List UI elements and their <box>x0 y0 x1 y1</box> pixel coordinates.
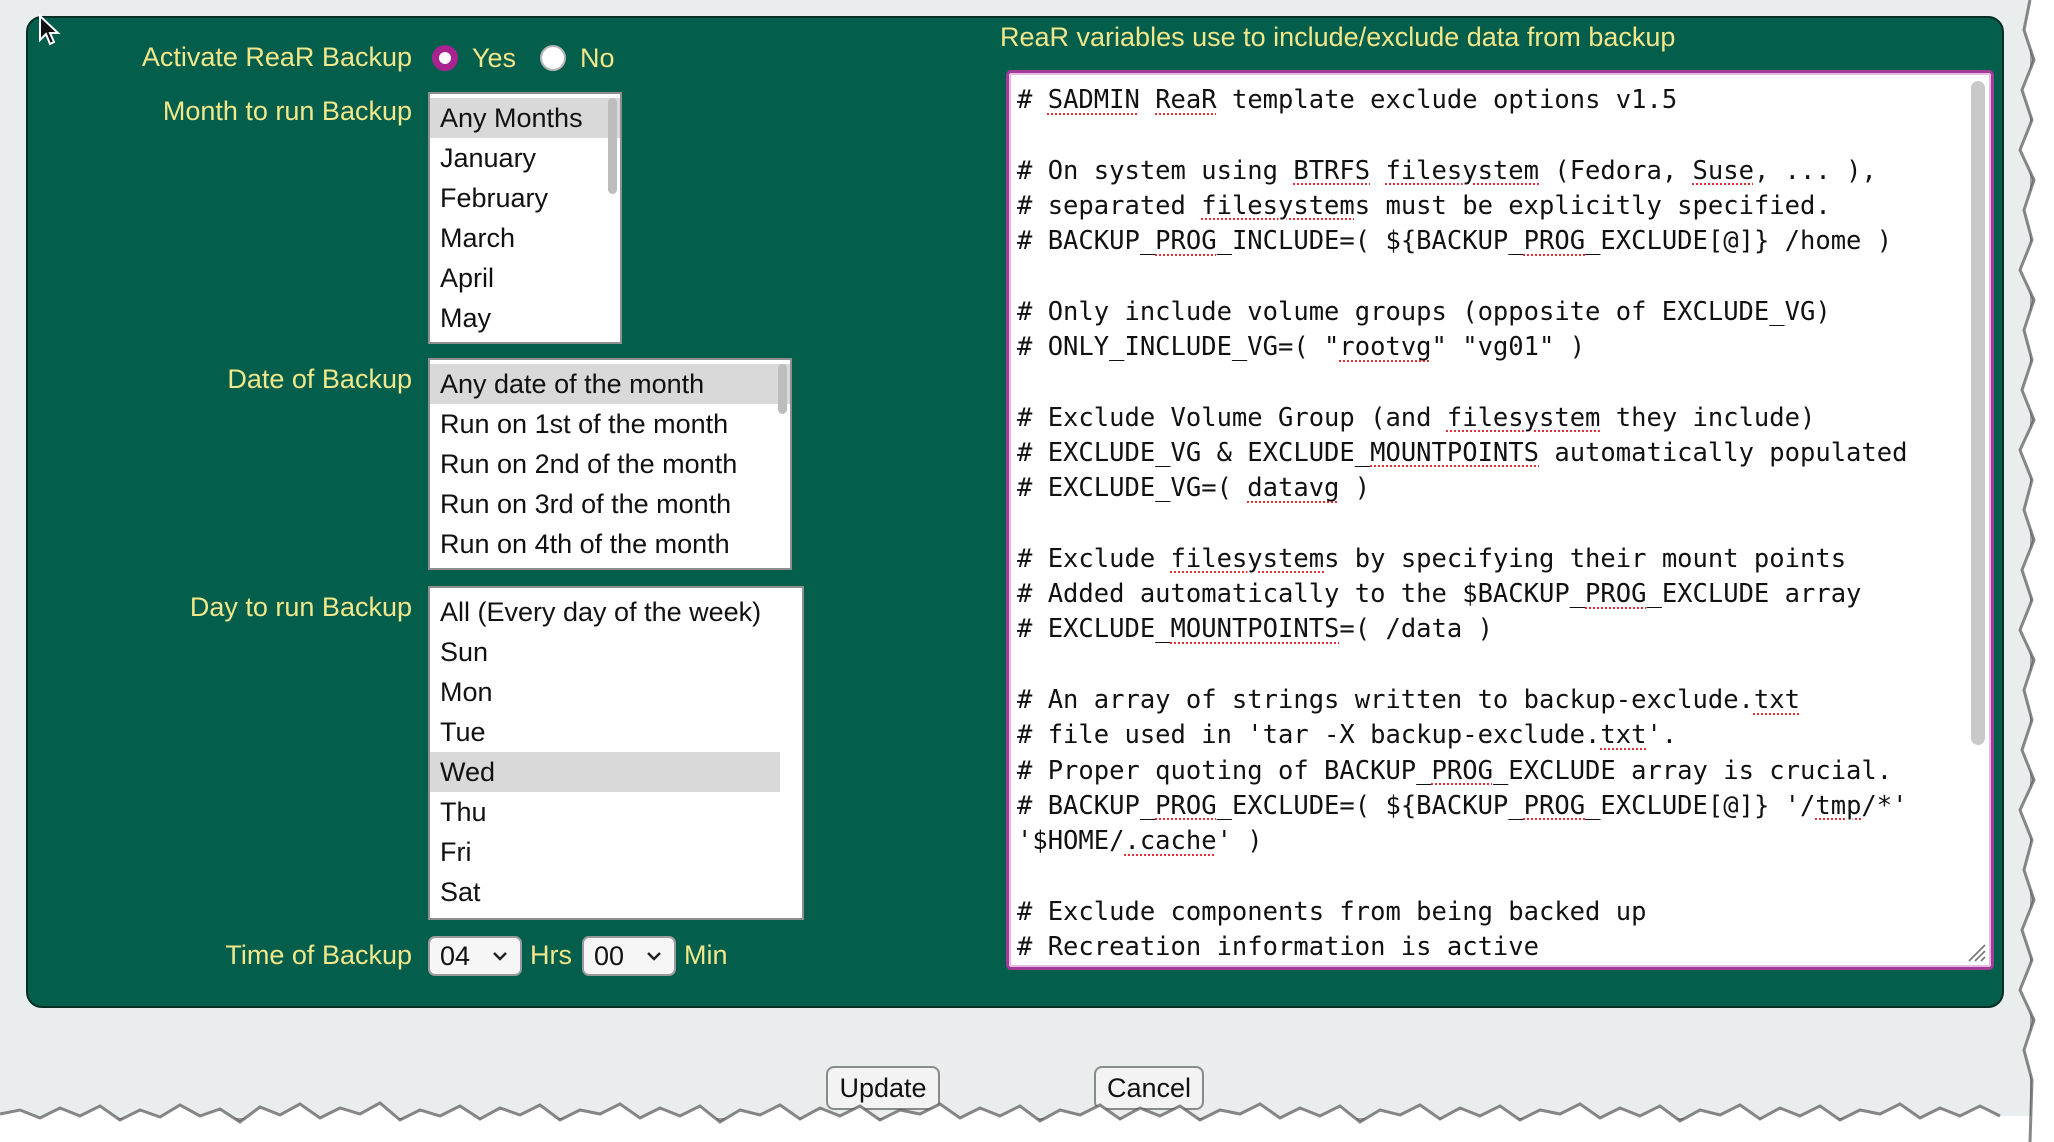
variables-title: ReaR variables use to include/exclude da… <box>1000 22 1676 52</box>
day-option[interactable]: Tue <box>430 712 802 752</box>
textarea-line: '$HOME/.cache' ) <box>1017 826 1263 857</box>
textarea-line: # EXCLUDE_MOUNTPOINTS=( /data ) <box>1017 614 1493 645</box>
textarea-line: # BACKUP_PROG_INCLUDE=( ${BACKUP_PROG_EX… <box>1017 226 1893 257</box>
textarea-line: # Exclude components from being backed u… <box>1017 896 1647 927</box>
textarea-line: # BACKUP_PROG_EXCLUDE=( ${BACKUP_PROG_EX… <box>1017 790 1908 821</box>
textarea-line: # Exclude filesystems by specifying thei… <box>1017 543 1847 574</box>
day-option[interactable]: All (Every day of the week) <box>430 592 802 632</box>
textarea-line: # On system using BTRFS filesystem (Fedo… <box>1017 155 1877 186</box>
variables-textarea[interactable]: # SADMIN ReaR template exclude options v… <box>1006 70 1994 970</box>
chevron-down-icon <box>647 952 661 961</box>
textarea-line <box>1017 365 1963 400</box>
month-option[interactable]: March <box>430 218 620 258</box>
resize-handle-icon[interactable] <box>1963 939 1987 963</box>
day-option[interactable]: Thu <box>430 792 802 832</box>
day-option[interactable]: Wed <box>430 752 780 792</box>
activate-no-label[interactable]: No <box>580 43 615 74</box>
day-option[interactable]: Fri <box>430 832 802 872</box>
day-listbox[interactable]: All (Every day of the week) Sun Mon Tue … <box>428 586 804 920</box>
day-label: Day to run Backup <box>189 592 412 622</box>
date-option[interactable]: Run on 1st of the month <box>430 404 790 444</box>
textarea-line <box>1017 259 1963 294</box>
date-option[interactable]: Run on 2nd of the month <box>430 444 790 484</box>
textarea-line: # SADMIN ReaR template exclude options v… <box>1017 85 1678 115</box>
month-option[interactable]: February <box>430 178 620 218</box>
textarea-line <box>1017 860 1963 895</box>
textarea-line: # An array of strings written to backup-… <box>1017 685 1800 716</box>
date-listbox[interactable]: Any date of the month Run on 1st of the … <box>428 358 792 570</box>
activate-label: Activate ReaR Backup <box>141 42 412 72</box>
day-option[interactable]: Sat <box>430 872 802 912</box>
textarea-line <box>1017 118 1963 153</box>
hours-unit: Hrs <box>530 940 572 970</box>
textarea-line: # Recreation information is active <box>1017 932 1539 963</box>
date-option[interactable]: Run on 4th of the month <box>430 524 790 564</box>
textarea-line: # separated filesystems must be explicit… <box>1017 190 1831 221</box>
time-label: Time of Backup <box>225 940 412 970</box>
minutes-select[interactable]: 00 <box>582 936 676 976</box>
variables-text[interactable]: # SADMIN ReaR template exclude options v… <box>1017 83 1963 965</box>
date-scrollbar[interactable] <box>776 364 788 564</box>
torn-edge-right <box>2018 0 2054 1142</box>
day-option[interactable]: Sun <box>430 632 802 672</box>
date-option[interactable]: Any date of the month <box>430 364 790 404</box>
month-listbox[interactable]: Any Months January February March April … <box>428 92 622 344</box>
textarea-line: # ONLY_INCLUDE_VG=( "rootvg" "vg01" ) <box>1017 332 1586 363</box>
minutes-value: 00 <box>594 941 625 971</box>
date-label: Date of Backup <box>227 364 412 394</box>
month-option[interactable]: Any Months <box>430 98 620 138</box>
month-option[interactable]: April <box>430 258 620 298</box>
date-option[interactable]: Run on 3rd of the month <box>430 484 790 524</box>
textarea-line: # Only include volume groups (opposite o… <box>1017 296 1831 327</box>
textarea-line: # Proper quoting of BACKUP_PROG_EXCLUDE … <box>1017 755 1893 786</box>
chevron-down-icon <box>493 952 507 961</box>
month-scrollbar[interactable] <box>606 98 618 338</box>
month-label: Month to run Backup <box>162 96 412 126</box>
textarea-line: # Added automatically to the $BACKUP_PRO… <box>1017 579 1862 610</box>
day-option[interactable]: Mon <box>430 672 802 712</box>
minutes-unit: Min <box>684 940 728 970</box>
textarea-line: # EXCLUDE_VG=( datavg ) <box>1017 473 1371 504</box>
textarea-scrollbar-thumb[interactable] <box>1971 81 1985 745</box>
hours-select[interactable]: 04 <box>428 936 522 976</box>
textarea-line: # Exclude Volume Group (and filesystem t… <box>1017 402 1816 433</box>
textarea-line <box>1017 507 1963 542</box>
activate-yes-radio[interactable] <box>432 45 458 71</box>
month-option[interactable]: May <box>430 298 620 338</box>
month-option[interactable]: January <box>430 138 620 178</box>
textarea-line: # EXCLUDE_VG & EXCLUDE_MOUNTPOINTS autom… <box>1017 437 1908 468</box>
activate-no-radio[interactable] <box>540 45 567 71</box>
hours-value: 04 <box>440 941 471 971</box>
activate-yes-label[interactable]: Yes <box>472 43 516 74</box>
torn-edge-bottom <box>0 1101 2054 1142</box>
activate-radio-group: Yes No <box>432 40 639 76</box>
textarea-line: # file used in 'tar -X backup-exclude.tx… <box>1017 720 1678 751</box>
textarea-line <box>1017 648 1963 683</box>
